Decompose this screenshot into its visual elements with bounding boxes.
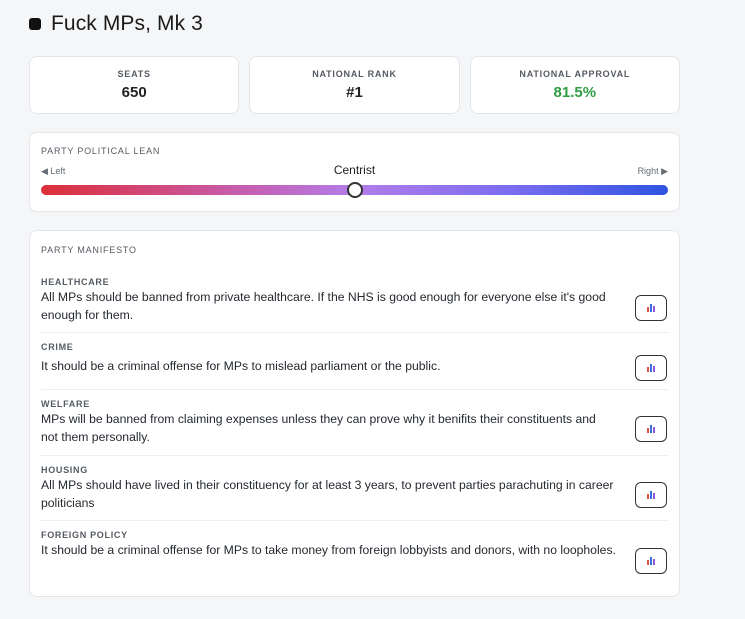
policy-item-welfare: WELFARE MPs will be banned from claiming… xyxy=(41,395,668,456)
stats-row: SEATS 650 NATIONAL RANK #1 NATIONAL APPR… xyxy=(29,56,680,114)
stat-label: NATIONAL RANK xyxy=(312,69,397,79)
poll-chart-icon xyxy=(647,367,649,372)
party-color-icon xyxy=(29,18,41,30)
poll-chart-icon-bar xyxy=(650,491,652,499)
manifesto-title: PARTY MANIFESTO xyxy=(41,245,137,255)
policy-category: WELFARE xyxy=(41,399,90,409)
poll-chart-icon xyxy=(647,307,649,312)
stat-label: SEATS xyxy=(117,69,151,79)
view-polling-button[interactable] xyxy=(635,355,667,381)
lean-gradient-bar xyxy=(41,182,668,198)
poll-chart-icon-bar xyxy=(653,427,655,433)
policy-item-healthcare: HEALTHCARE All MPs should be banned from… xyxy=(41,273,668,333)
party-name: Fuck MPs, Mk 3 xyxy=(51,12,203,35)
lean-position-marker xyxy=(346,182,363,198)
policy-category: HOUSING xyxy=(41,465,88,475)
national-rank-card: NATIONAL RANK #1 xyxy=(249,56,460,114)
policy-item-housing: HOUSING All MPs should have lived in the… xyxy=(41,461,668,521)
poll-chart-icon-bar xyxy=(653,559,655,565)
stat-label: NATIONAL APPROVAL xyxy=(519,69,631,79)
national-rank-value: #1 xyxy=(346,84,363,101)
poll-chart-icon xyxy=(647,494,649,499)
party-header: Fuck MPs, Mk 3 xyxy=(29,12,203,36)
lean-right-label: Right ▶ xyxy=(637,166,668,176)
view-polling-button[interactable] xyxy=(635,482,667,508)
poll-chart-icon xyxy=(647,560,649,565)
policy-category: HEALTHCARE xyxy=(41,277,110,287)
policy-text: It should be a criminal offense for MPs … xyxy=(41,359,441,373)
political-lean-card: PARTY POLITICAL LEAN ◀ Left Centrist Rig… xyxy=(29,132,680,212)
seats-value: 650 xyxy=(121,84,147,101)
poll-chart-icon-bar xyxy=(653,366,655,372)
poll-chart-icon-bar xyxy=(653,306,655,312)
national-approval-value: 81.5% xyxy=(553,84,597,101)
party-manifesto-card: PARTY MANIFESTO HEALTHCARE All MPs shoul… xyxy=(29,230,680,597)
policy-item-crime: CRIME It should be a criminal offense fo… xyxy=(41,338,668,390)
policy-text: All MPs should be banned from private he… xyxy=(41,290,606,322)
political-lean-title: PARTY POLITICAL LEAN xyxy=(41,146,161,156)
lean-position-label: Centrist xyxy=(333,163,376,177)
view-polling-button[interactable] xyxy=(635,295,667,321)
national-approval-card: NATIONAL APPROVAL 81.5% xyxy=(469,56,680,114)
policy-category: FOREIGN POLICY xyxy=(41,530,128,540)
poll-chart-icon-bar xyxy=(650,364,652,372)
poll-chart-icon-bar xyxy=(650,304,652,312)
policy-item-foreign-policy: FOREIGN POLICY It should be a criminal o… xyxy=(41,526,668,588)
policy-category: CRIME xyxy=(41,342,74,352)
poll-chart-icon-bar xyxy=(650,425,652,433)
policy-text: All MPs should have lived in their const… xyxy=(41,478,614,510)
view-polling-button[interactable] xyxy=(635,548,667,574)
policy-text: MPs will be banned from claiming expense… xyxy=(41,412,596,444)
poll-chart-icon-bar xyxy=(653,493,655,499)
poll-chart-icon-bar xyxy=(650,557,652,565)
policy-text: It should be a criminal offense for MPs … xyxy=(41,543,616,557)
seats-card: SEATS 650 xyxy=(29,56,240,114)
view-polling-button[interactable] xyxy=(635,416,667,442)
poll-chart-icon xyxy=(647,428,649,433)
